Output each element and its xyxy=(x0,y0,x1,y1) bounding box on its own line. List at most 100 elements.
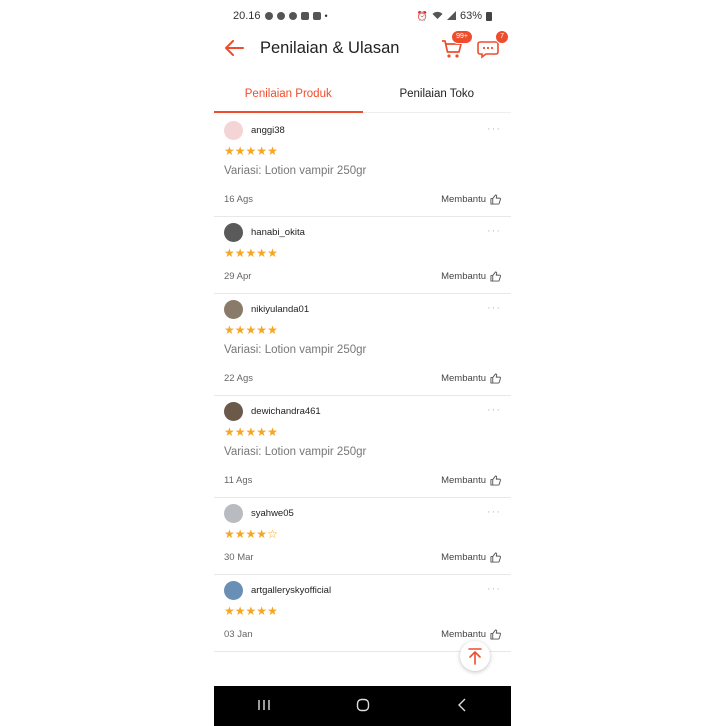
star-filled-icon: ★ xyxy=(224,425,235,439)
thumbs-up-icon xyxy=(490,270,501,282)
review-item: ··· hanabi_okita ★★★★★ 29 Apr Membantu xyxy=(214,221,511,294)
review-date: 29 Apr xyxy=(224,270,252,282)
more-options-icon[interactable]: ··· xyxy=(487,506,501,518)
star-filled-icon: ★ xyxy=(267,144,278,158)
review-date: 30 Mar xyxy=(224,551,254,563)
helpful-button[interactable]: Membantu xyxy=(441,552,501,563)
avatar xyxy=(224,222,243,242)
more-options-icon[interactable]: ··· xyxy=(487,583,501,595)
review-item: ··· syahwe05 ★★★★☆ 30 Mar Membantu xyxy=(214,502,511,575)
review-footer: 03 Jan Membantu xyxy=(224,622,501,646)
star-rating: ★★★★★ xyxy=(224,246,501,262)
battery-icon xyxy=(486,11,492,21)
product-variation: Variasi: Lotion vampir 250gr xyxy=(224,446,367,458)
arrow-left-icon xyxy=(225,39,244,56)
review-item: ··· nikiyulanda01 ★★★★★ Variasi: Lotion vam… xyxy=(214,298,511,396)
notification-icon xyxy=(264,12,273,20)
star-filled-icon: ★ xyxy=(245,144,257,158)
helpful-label: Membantu xyxy=(441,551,486,563)
helpful-label: Membantu xyxy=(441,474,486,486)
thumbs-up-icon xyxy=(490,372,501,384)
home-button[interactable] xyxy=(343,698,383,715)
product-variation: Variasi: Lotion vampir 250gr xyxy=(224,344,367,356)
recent-apps-icon xyxy=(257,700,270,710)
more-options-icon[interactable]: ··· xyxy=(487,404,501,416)
review-footer: 11 Ags Membantu xyxy=(224,468,501,492)
tab-product-reviews[interactable]: Penilaian Produk xyxy=(214,75,363,113)
review-list: ··· anggi38 ★★★★★ Variasi: Lotion vampir 25… xyxy=(214,119,511,652)
helpful-button[interactable]: Membantu xyxy=(441,475,501,486)
helpful-button[interactable]: Membantu xyxy=(441,629,501,640)
avatar xyxy=(224,401,243,421)
back-button[interactable] xyxy=(224,38,260,60)
star-filled-icon: ★ xyxy=(256,323,268,337)
avatar xyxy=(224,503,243,523)
star-rating: ★★★★★ xyxy=(224,323,501,339)
review-date: 11 Ags xyxy=(224,474,253,486)
helpful-button[interactable]: Membantu xyxy=(441,194,501,205)
review-footer: 30 Mar Membantu xyxy=(224,545,501,569)
reviewer-row: anggi38 xyxy=(224,119,501,141)
star-rating: ★★★★★ xyxy=(224,604,501,620)
star-filled-icon: ★ xyxy=(267,323,278,337)
reviewer-username: dewichandra461 xyxy=(251,405,321,417)
more-options-icon[interactable]: ··· xyxy=(487,225,501,237)
more-options-icon[interactable]: ··· xyxy=(487,302,501,314)
star-filled-icon: ★ xyxy=(234,604,246,618)
whatsapp-icon xyxy=(276,12,285,20)
star-filled-icon: ★ xyxy=(234,246,246,260)
review-footer: 16 Ags Membantu xyxy=(224,187,501,211)
review-item: ··· anggi38 ★★★★★ Variasi: Lotion vampir 25… xyxy=(214,119,511,217)
star-filled-icon: ★ xyxy=(245,425,257,439)
recent-apps-button[interactable] xyxy=(244,698,284,714)
helpful-button[interactable]: Membantu xyxy=(441,271,501,282)
alarm-icon: ⏰ xyxy=(416,10,428,21)
star-filled-icon: ★ xyxy=(234,425,246,439)
star-filled-icon: ★ xyxy=(256,527,268,541)
cart-button[interactable]: 99+ xyxy=(439,29,473,62)
more-notifications-icon: • xyxy=(324,10,328,21)
reviewer-username: anggi38 xyxy=(251,124,285,136)
thumbs-up-icon xyxy=(490,551,501,563)
app-header: Penilaian & Ulasan 99+ 7 xyxy=(214,29,511,65)
scroll-top-button[interactable] xyxy=(460,641,490,671)
thumbs-up-icon xyxy=(490,628,501,640)
more-options-icon[interactable]: ··· xyxy=(487,123,501,135)
star-filled-icon: ★ xyxy=(256,604,268,618)
star-filled-icon: ★ xyxy=(224,604,235,618)
star-filled-icon: ★ xyxy=(224,323,235,337)
reviewer-row: hanabi_okita xyxy=(224,221,501,243)
reviewer-row: dewichandra461 xyxy=(224,400,501,422)
star-rating: ★★★★★ xyxy=(224,144,501,160)
star-filled-icon: ★ xyxy=(267,604,278,618)
status-bar: 20.16 • ⏰ 63% xyxy=(214,0,511,32)
helpful-label: Membantu xyxy=(441,372,486,384)
status-left: 20.16 • xyxy=(233,10,328,22)
star-filled-icon: ★ xyxy=(224,144,235,158)
thumbs-up-icon xyxy=(490,474,501,486)
system-nav-bar xyxy=(214,686,511,726)
back-nav-button[interactable] xyxy=(442,698,482,715)
star-filled-icon: ★ xyxy=(267,425,278,439)
star-filled-icon: ★ xyxy=(267,246,278,260)
cart-badge: 99+ xyxy=(451,29,473,44)
review-footer: 22 Ags Membantu xyxy=(224,366,501,390)
review-footer: 29 Apr Membantu xyxy=(224,264,501,288)
review-date: 16 Ags xyxy=(224,193,254,205)
reviewer-row: artgalleryskyofficial xyxy=(224,579,501,601)
chat-badge: 7 xyxy=(495,29,509,44)
arrow-up-icon xyxy=(468,648,482,665)
chat-button[interactable]: 7 xyxy=(475,29,509,62)
home-icon xyxy=(356,698,369,711)
review-tabs: Penilaian Produk Penilaian Toko xyxy=(214,75,511,113)
gallery-icon xyxy=(312,12,321,20)
helpful-button[interactable]: Membantu xyxy=(441,373,501,384)
star-rating: ★★★★☆ xyxy=(224,527,501,543)
tab-shop-reviews[interactable]: Penilaian Toko xyxy=(363,75,512,112)
reviewer-username: artgalleryskyofficial xyxy=(251,584,332,596)
star-filled-icon: ★ xyxy=(256,246,268,260)
star-filled-icon: ★ xyxy=(245,323,257,337)
reviewer-row: syahwe05 xyxy=(224,502,501,524)
reviewer-username: nikiyulanda01 xyxy=(251,303,310,315)
status-right: ⏰ 63% xyxy=(417,10,492,22)
